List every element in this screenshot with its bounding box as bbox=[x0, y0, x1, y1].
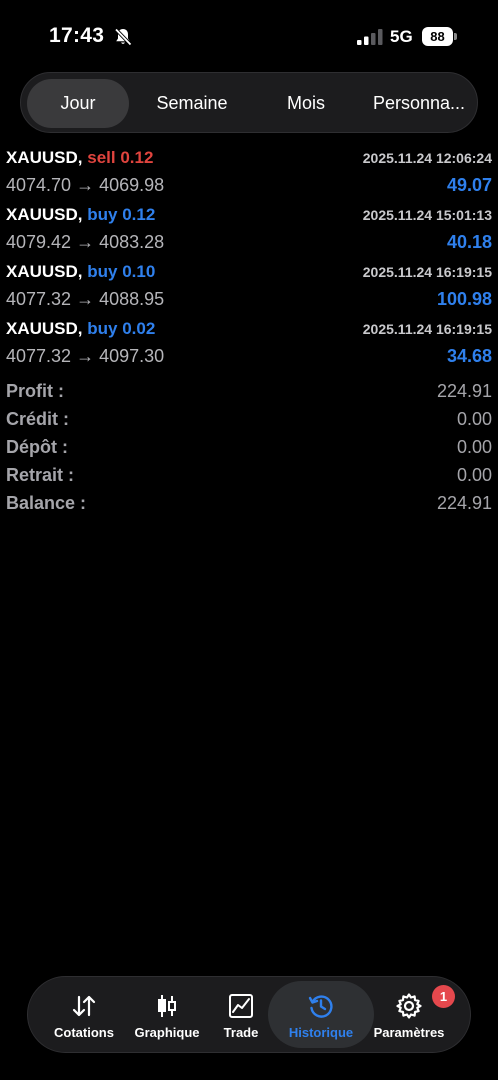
trade-side: buy 0.02 bbox=[87, 319, 156, 338]
summary-label: Dépôt : bbox=[6, 437, 68, 457]
summary-value: 0.00 bbox=[456, 409, 492, 429]
nav-trade[interactable]: Trade bbox=[208, 977, 274, 1052]
trade-symbol-text: XAUUSD, bbox=[6, 205, 83, 224]
history-icon bbox=[308, 995, 333, 1018]
arrows-updown-icon bbox=[72, 995, 96, 1017]
notification-badge: 1 bbox=[432, 985, 455, 1008]
summary-row-retrait: Retrait : 0.00 bbox=[0, 462, 498, 490]
trade-symbol: XAUUSD, buy 0.10 bbox=[6, 262, 155, 282]
summary-label: Balance : bbox=[6, 493, 87, 513]
tab-personnalise[interactable]: Personna... bbox=[363, 79, 475, 128]
nav-label: Historique bbox=[288, 1025, 354, 1040]
summary-label: Crédit : bbox=[6, 409, 69, 429]
network-label: 5G bbox=[390, 27, 413, 46]
summary-value: 224.91 bbox=[436, 381, 492, 401]
trade-symbol: XAUUSD, buy 0.12 bbox=[6, 205, 155, 225]
trade-time: 2025.11.24 15:01:13 bbox=[362, 207, 492, 223]
nav-label: Cotations bbox=[54, 1025, 114, 1040]
gear-icon bbox=[396, 993, 422, 1019]
tab-jour[interactable]: Jour bbox=[27, 79, 129, 128]
trade-row[interactable]: XAUUSD, sell 0.12 2025.11.24 12:06:24 40… bbox=[0, 143, 498, 200]
nav-historique[interactable]: Historique bbox=[268, 981, 374, 1048]
summary-row-balance: Balance : 224.91 bbox=[0, 490, 498, 518]
signal-icon bbox=[357, 29, 383, 45]
line-chart-icon bbox=[229, 994, 253, 1018]
trade-symbol-text: XAUUSD, bbox=[6, 262, 83, 281]
trade-side: buy 0.10 bbox=[87, 262, 156, 281]
nav-graphique[interactable]: Graphique bbox=[126, 977, 208, 1052]
status-time: 17:43 bbox=[49, 24, 105, 47]
trade-time: 2025.11.24 12:06:24 bbox=[362, 150, 492, 166]
battery-level: 88 bbox=[422, 27, 453, 46]
nav-parametres[interactable]: 1 Paramètres bbox=[368, 977, 455, 1052]
trade-profit: 100.98 bbox=[436, 289, 492, 309]
battery-icon: 88 bbox=[422, 27, 457, 46]
summary-label: Retrait : bbox=[6, 465, 75, 485]
trade-row[interactable]: XAUUSD, buy 0.02 2025.11.24 16:19:15 407… bbox=[0, 314, 498, 371]
trade-row[interactable]: XAUUSD, buy 0.12 2025.11.24 15:01:13 407… bbox=[0, 200, 498, 257]
trade-symbol: XAUUSD, buy 0.02 bbox=[6, 319, 155, 339]
trade-profit: 34.68 bbox=[446, 346, 492, 366]
trade-profit: 49.07 bbox=[446, 175, 492, 195]
bottom-nav: Cotations Graphique Trade Historique 1 P… bbox=[27, 976, 471, 1053]
summary-row-depot: Dépôt : 0.00 bbox=[0, 434, 498, 462]
summary-row-profit: Profit : 224.91 bbox=[0, 378, 498, 406]
nav-label: Graphique bbox=[134, 1025, 200, 1040]
summary-row-credit: Crédit : 0.00 bbox=[0, 406, 498, 434]
candlestick-icon bbox=[158, 995, 176, 1017]
summary-label: Profit : bbox=[6, 381, 64, 401]
account-summary: Profit : 224.91 Crédit : 0.00 Dépôt : 0.… bbox=[0, 378, 498, 518]
trade-side: sell 0.12 bbox=[87, 148, 154, 167]
battery-tip bbox=[454, 33, 457, 40]
nav-cotations[interactable]: Cotations bbox=[40, 977, 128, 1052]
trade-row[interactable]: XAUUSD, buy 0.10 2025.11.24 16:19:15 407… bbox=[0, 257, 498, 314]
tab-mois[interactable]: Mois bbox=[271, 79, 341, 128]
trade-prices: 4077.32 → 4097.30 bbox=[6, 346, 165, 366]
trade-list: XAUUSD, sell 0.12 2025.11.24 12:06:24 40… bbox=[0, 143, 498, 371]
trade-prices: 4077.32 → 4088.95 bbox=[6, 289, 165, 309]
trade-profit: 40.18 bbox=[446, 232, 492, 252]
trade-symbol-text: XAUUSD, bbox=[6, 148, 83, 167]
trade-side: buy 0.12 bbox=[87, 205, 156, 224]
summary-value: 224.91 bbox=[436, 493, 492, 513]
trade-time: 2025.11.24 16:19:15 bbox=[362, 264, 492, 280]
trade-time: 2025.11.24 16:19:15 bbox=[362, 321, 492, 337]
trade-symbol: XAUUSD, sell 0.12 bbox=[6, 148, 153, 168]
nav-label: Trade bbox=[223, 1025, 259, 1040]
trade-symbol-text: XAUUSD, bbox=[6, 319, 83, 338]
period-tab-bar: Jour Semaine Mois Personna... bbox=[20, 72, 478, 133]
summary-value: 0.00 bbox=[456, 437, 492, 457]
nav-label: Paramètres bbox=[373, 1025, 445, 1040]
tab-semaine[interactable]: Semaine bbox=[139, 79, 245, 128]
summary-value: 0.00 bbox=[456, 465, 492, 485]
trade-prices: 4074.70 → 4069.98 bbox=[6, 175, 165, 195]
status-bar: 17:43 5G 88 bbox=[0, 0, 498, 72]
trade-prices: 4079.42 → 4083.28 bbox=[6, 232, 165, 252]
bell-slash-icon bbox=[114, 28, 132, 46]
